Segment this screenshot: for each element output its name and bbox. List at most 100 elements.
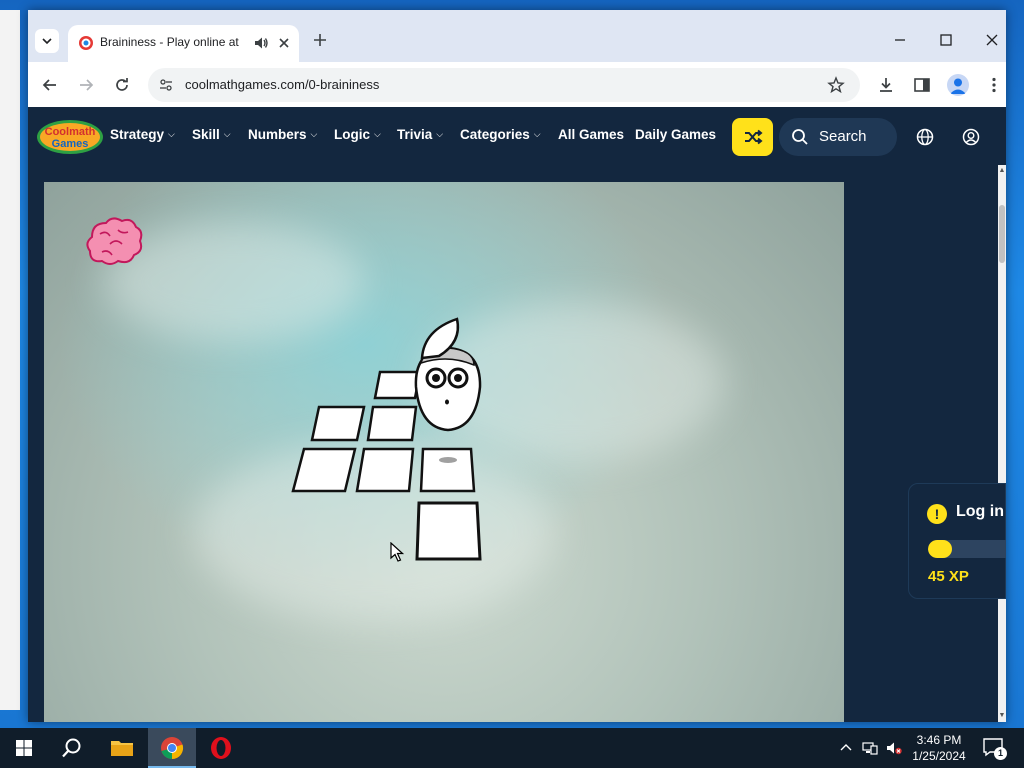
bookmark-star-icon[interactable] bbox=[827, 76, 845, 94]
download-icon[interactable] bbox=[877, 76, 895, 94]
new-tab-icon[interactable] bbox=[312, 32, 328, 48]
game-tile bbox=[310, 405, 366, 442]
alert-icon: ! bbox=[927, 504, 947, 524]
tab-strip: Braininess - Play online at C bbox=[28, 10, 1006, 62]
shuffle-icon bbox=[744, 129, 763, 145]
mouse-cursor-icon bbox=[390, 542, 404, 562]
chevron-down-icon: ⌵ bbox=[533, 129, 541, 139]
nav-label: Trivia bbox=[397, 127, 433, 142]
browser-window: Braininess - Play online at C coolmathga… bbox=[28, 10, 1006, 722]
file-explorer-button[interactable] bbox=[98, 728, 146, 768]
more-menu-icon[interactable] bbox=[985, 76, 1003, 94]
xp-progress-fill bbox=[928, 540, 952, 558]
coolmath-favicon-icon bbox=[79, 36, 93, 50]
chevron-down-icon bbox=[42, 38, 52, 45]
nav-logic[interactable]: Logic ⌵ bbox=[334, 127, 381, 142]
network-icon[interactable] bbox=[862, 740, 878, 756]
nav-label: Categories bbox=[460, 127, 530, 142]
scroll-up-arrow-icon[interactable]: ▲ bbox=[998, 167, 1006, 175]
close-window-icon[interactable] bbox=[984, 32, 1000, 48]
user-avatar-icon bbox=[950, 78, 966, 94]
random-game-button[interactable] bbox=[732, 118, 773, 156]
language-button[interactable] bbox=[906, 118, 944, 156]
xp-login-panel[interactable]: ! Log in 45 XP bbox=[908, 483, 1006, 599]
opera-taskbar-button[interactable] bbox=[197, 728, 245, 768]
nav-numbers[interactable]: Numbers ⌵ bbox=[248, 127, 317, 142]
search-icon bbox=[792, 129, 808, 145]
back-arrow-icon[interactable] bbox=[41, 76, 59, 94]
scroll-thumb[interactable] bbox=[999, 205, 1005, 263]
logo-text-games: Games bbox=[52, 138, 89, 150]
start-button[interactable] bbox=[0, 728, 48, 768]
reload-icon[interactable] bbox=[113, 76, 131, 94]
address-bar[interactable]: coolmathgames.com/0-braininess bbox=[148, 68, 860, 102]
side-panel-icon[interactable] bbox=[913, 76, 931, 94]
profile-avatar[interactable] bbox=[947, 74, 969, 96]
nav-skill[interactable]: Skill ⌵ bbox=[192, 127, 231, 142]
chevron-down-icon: ⌵ bbox=[436, 129, 444, 139]
game-tile bbox=[366, 405, 418, 442]
search-label: Search bbox=[819, 128, 867, 145]
tab-search-button[interactable] bbox=[35, 29, 59, 53]
chevron-up-icon[interactable] bbox=[838, 740, 854, 756]
nav-label: Skill bbox=[192, 127, 220, 142]
notification-count-badge: 1 bbox=[994, 747, 1007, 760]
nav-label: Logic bbox=[334, 127, 370, 142]
nav-label: Daily Games bbox=[635, 127, 717, 142]
chevron-down-icon: ⌵ bbox=[223, 129, 231, 139]
volume-muted-icon[interactable] bbox=[886, 740, 902, 756]
windows-taskbar: 3:46 PM 1/25/2024 1 bbox=[0, 728, 1024, 768]
nav-label: Numbers bbox=[248, 127, 307, 142]
chrome-taskbar-button[interactable] bbox=[148, 728, 196, 768]
nav-all-games[interactable]: All Games bbox=[558, 127, 624, 142]
close-tab-icon[interactable] bbox=[276, 35, 292, 51]
clock-date: 1/25/2024 bbox=[912, 749, 966, 763]
chevron-down-icon: ⌵ bbox=[168, 129, 175, 139]
game-scene bbox=[86, 217, 482, 561]
chrome-icon bbox=[161, 737, 184, 760]
forward-arrow-icon[interactable] bbox=[77, 76, 95, 94]
chevron-down-icon: ⌵ bbox=[374, 129, 381, 139]
account-button[interactable] bbox=[952, 118, 990, 156]
game-tile bbox=[355, 447, 415, 493]
xp-amount: 45 XP bbox=[928, 568, 969, 585]
nav-daily-games[interactable]: Daily Games bbox=[635, 127, 716, 142]
folder-icon bbox=[111, 741, 133, 756]
browser-tab[interactable]: Braininess - Play online at C bbox=[68, 25, 299, 62]
notification-center-button[interactable]: 1 bbox=[982, 736, 1007, 760]
clock-time: 3:46 PM bbox=[916, 733, 962, 747]
nav-categories[interactable]: Categories ⌵ bbox=[460, 127, 541, 142]
globe-icon bbox=[916, 128, 934, 146]
background-window bbox=[0, 10, 20, 710]
browser-toolbar: coolmathgames.com/0-braininess bbox=[28, 62, 1006, 107]
scroll-down-arrow-icon[interactable]: ▼ bbox=[998, 712, 1006, 720]
chevron-down-icon: ⌵ bbox=[310, 129, 318, 139]
nav-strategy[interactable]: Strategy ⌵ bbox=[110, 127, 175, 142]
opera-icon bbox=[211, 737, 231, 759]
page-scrollbar[interactable]: ▲ ▼ bbox=[998, 165, 1006, 722]
login-prompt[interactable]: Log in bbox=[956, 503, 1004, 521]
speaker-icon[interactable] bbox=[253, 35, 269, 51]
game-canvas[interactable] bbox=[44, 182, 844, 722]
search-icon bbox=[62, 738, 81, 758]
tab-title: Braininess - Play online at C bbox=[100, 35, 240, 49]
maximize-icon[interactable] bbox=[938, 32, 954, 48]
game-tile bbox=[373, 370, 422, 400]
minimize-icon[interactable] bbox=[892, 32, 908, 48]
game-tile bbox=[291, 447, 357, 493]
taskbar-search-button[interactable] bbox=[48, 728, 96, 768]
nav-label: All Games bbox=[558, 127, 625, 142]
system-clock[interactable]: 3:46 PM 1/25/2024 bbox=[904, 732, 974, 764]
brain-icon[interactable] bbox=[86, 217, 143, 265]
site-navigation: Coolmath Games Strategy ⌵ Skill ⌵ Numbers ⌵… bbox=[28, 107, 1006, 165]
egg-character bbox=[414, 317, 482, 432]
coolmath-logo[interactable]: Coolmath Games bbox=[36, 118, 104, 156]
site-search-button[interactable]: Search bbox=[779, 118, 897, 156]
user-icon bbox=[962, 128, 980, 146]
nav-trivia[interactable]: Trivia ⌵ bbox=[397, 127, 443, 142]
site-info-icon[interactable] bbox=[158, 77, 174, 93]
nav-label: Strategy bbox=[110, 127, 165, 142]
logo-text-coolmath: Coolmath bbox=[45, 126, 96, 138]
windows-logo-icon bbox=[16, 740, 32, 756]
game-tile bbox=[419, 447, 476, 493]
